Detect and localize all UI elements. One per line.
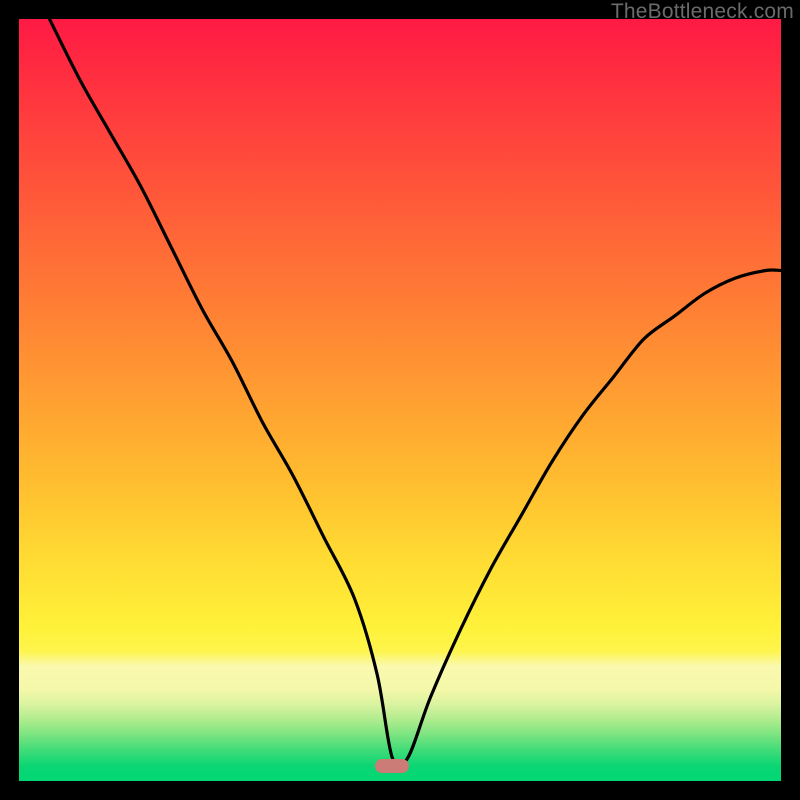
chart-frame: TheBottleneck.com <box>0 0 800 800</box>
optimal-marker <box>375 759 409 773</box>
plot-area <box>19 19 781 781</box>
watermark-text: TheBottleneck.com <box>611 0 794 24</box>
bottleneck-curve <box>19 19 781 781</box>
